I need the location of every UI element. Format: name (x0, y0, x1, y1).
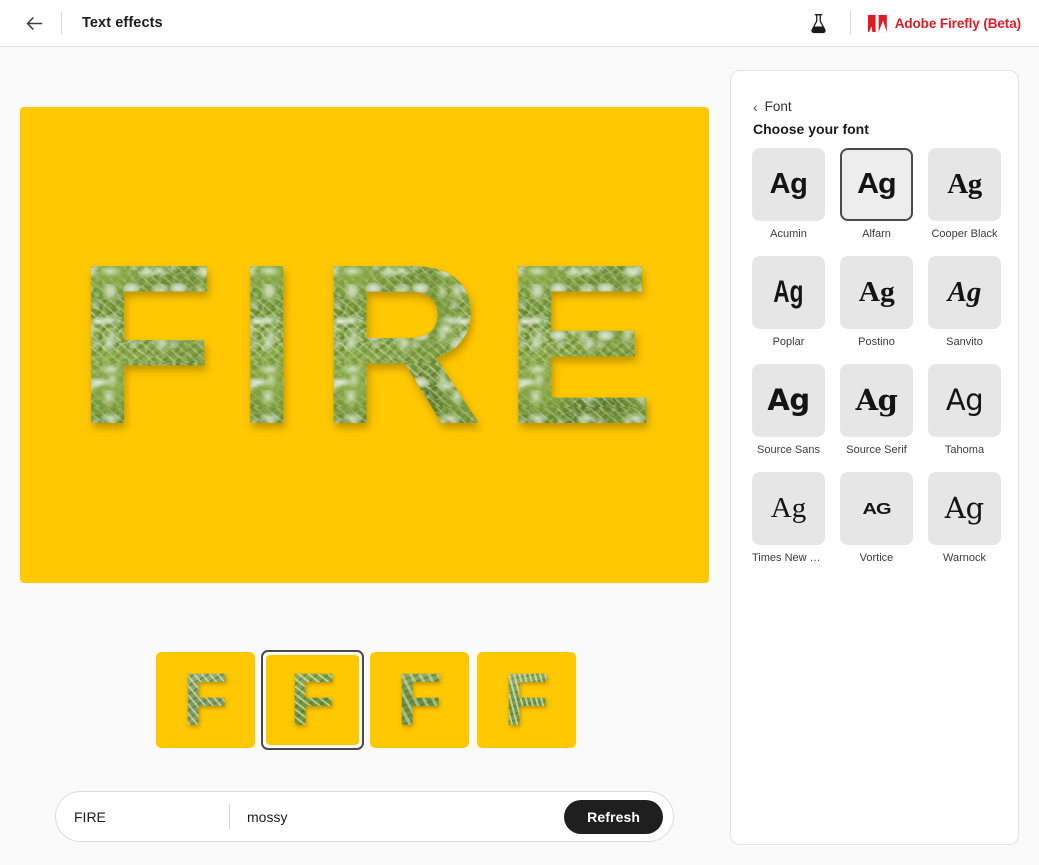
prompt-bar: Refresh (55, 791, 674, 842)
artwork-text: F I R E (20, 107, 709, 583)
panel-back-button[interactable]: ‹ Font (753, 99, 792, 114)
font-sample-text: Ag (773, 274, 804, 310)
font-grid: Ag Acumin Ag Alfarn Ag Cooper Black Ag P… (752, 148, 1002, 564)
font-option-tahoma[interactable]: Ag Tahoma (928, 364, 1001, 456)
refresh-button[interactable]: Refresh (564, 799, 663, 834)
prompt-divider (229, 804, 230, 829)
panel-heading: Choose your font (753, 121, 869, 137)
thumbnail-letter: F (289, 658, 336, 741)
font-preview-swatch: Ag (928, 364, 1001, 437)
font-option-label: Postino (858, 336, 895, 348)
variation-thumbnail-list: F F F F (154, 650, 578, 750)
font-option-label: Cooper Black (931, 228, 998, 240)
panel-back-label: Font (764, 99, 792, 114)
font-preview-swatch: Ag (840, 364, 913, 437)
font-option-source-sans[interactable]: Ag Source Sans (752, 364, 825, 456)
font-option-label: Acumin (770, 228, 807, 240)
variation-thumbnail-image: F (370, 652, 469, 748)
font-sample-text: AG (862, 499, 892, 518)
font-option-vortice[interactable]: AG Vortice (840, 472, 913, 564)
font-sample-text: Ag (947, 168, 982, 200)
variation-thumbnail[interactable]: F (261, 650, 364, 750)
font-option-label: Source Sans (757, 444, 820, 456)
header-divider-2 (849, 11, 851, 35)
font-option-label: Source Serif (846, 444, 907, 456)
font-option-label: Alfarn (862, 228, 891, 240)
generated-artwork-canvas[interactable]: F I R E (20, 107, 709, 583)
artwork-letter: I (235, 218, 297, 472)
font-sample-text: Ag (769, 168, 808, 200)
font-sample-text: Ag (857, 168, 897, 200)
thumbnail-letter: F (396, 658, 443, 741)
beaker-button[interactable] (804, 8, 834, 38)
font-option-sanvito[interactable]: Ag Sanvito (928, 256, 1001, 348)
font-preview-swatch: Ag (928, 472, 1001, 545)
header-divider (61, 12, 62, 34)
font-preview-swatch: Ag (752, 364, 825, 437)
font-preview-swatch: Ag (928, 148, 1001, 221)
variation-thumbnail[interactable]: F (154, 650, 257, 750)
font-option-cooper-black[interactable]: Ag Cooper Black (928, 148, 1001, 240)
variation-thumbnail[interactable]: F (368, 650, 471, 750)
artwork-letter: F (75, 218, 214, 472)
font-sample-text: Ag (947, 276, 982, 308)
font-panel: ‹ Font Choose your font Ag Acumin Ag Alf… (730, 70, 1019, 845)
font-option-label: Sanvito (946, 336, 983, 348)
arrow-left-icon (26, 16, 42, 30)
font-option-times-new-roman[interactable]: Ag Times New R... (752, 472, 825, 564)
variation-thumbnail[interactable]: F (475, 650, 578, 750)
font-sample-text: Ag (767, 383, 810, 417)
font-option-postino[interactable]: Ag Postino (840, 256, 913, 348)
font-option-label: Tahoma (944, 444, 985, 456)
variation-thumbnail-image: F (477, 652, 576, 748)
font-sample-text: Ag (945, 383, 984, 417)
thumbnail-letter: F (182, 658, 229, 741)
font-preview-swatch: AG (840, 472, 913, 545)
artwork-letter: E (503, 218, 654, 472)
font-option-source-serif[interactable]: Ag Source Serif (840, 364, 913, 456)
adobe-firefly-logo-icon (867, 14, 887, 32)
top-bar: Text effects Adobe Firefly (Beta) (0, 0, 1039, 47)
brand-label: Adobe Firefly (Beta) (894, 15, 1021, 31)
font-option-alfarn[interactable]: Ag Alfarn (840, 148, 913, 240)
effect-prompt-input[interactable] (247, 808, 565, 825)
font-sample-text: Ag (770, 492, 807, 524)
font-sample-text: Ag (858, 276, 895, 308)
font-option-acumin[interactable]: Ag Acumin (752, 148, 825, 240)
variation-thumbnail-image: F (156, 652, 255, 748)
variation-thumbnail-image: F (266, 655, 359, 745)
text-input[interactable] (74, 808, 229, 825)
font-preview-swatch: Ag (752, 148, 825, 221)
font-option-label: Warnock (943, 552, 986, 564)
font-option-label: Times New R... (752, 552, 825, 564)
font-preview-swatch: Ag (840, 148, 913, 221)
font-preview-swatch: Ag (752, 256, 825, 329)
brand-link[interactable]: Adobe Firefly (Beta) (867, 14, 1021, 33)
font-option-label: Vortice (859, 552, 894, 564)
thumbnail-letter: F (503, 658, 550, 741)
font-sample-text: Ag (855, 383, 898, 417)
top-bar-right: Adobe Firefly (Beta) (804, 8, 1021, 38)
font-option-poplar[interactable]: Ag Poplar (752, 256, 825, 348)
page-title: Text effects (82, 15, 163, 31)
font-sample-text: Ag (944, 491, 985, 525)
font-option-warnock[interactable]: Ag Warnock (928, 472, 1001, 564)
font-option-label: Poplar (772, 336, 805, 348)
beaker-icon (811, 13, 826, 33)
chevron-left-icon: ‹ (753, 98, 758, 115)
font-preview-swatch: Ag (752, 472, 825, 545)
font-preview-swatch: Ag (840, 256, 913, 329)
back-button[interactable] (20, 9, 48, 37)
artwork-letter: R (318, 218, 482, 472)
font-preview-swatch: Ag (928, 256, 1001, 329)
